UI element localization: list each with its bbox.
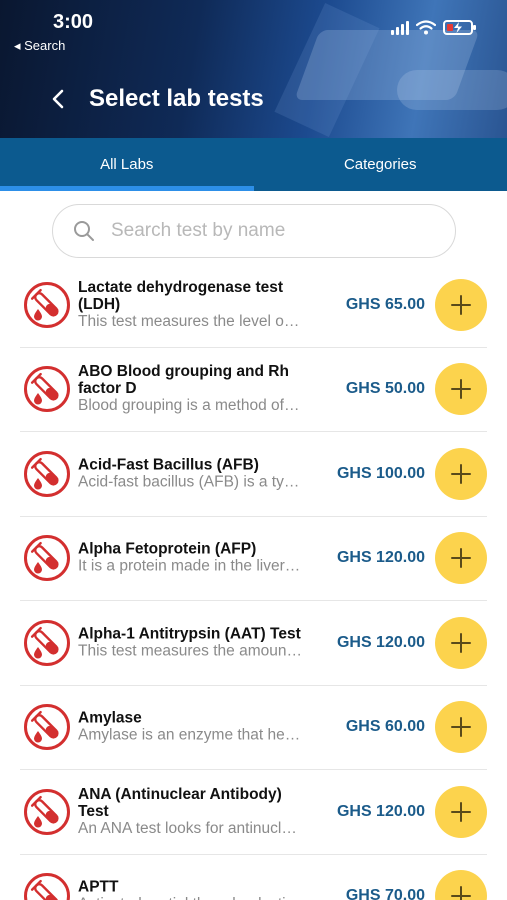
test-info: ANA (Antinuclear Antibody) Test An ANA te… xyxy=(78,786,303,838)
search-input[interactable] xyxy=(111,220,411,242)
test-list-item[interactable]: Alpha-1 Antitrypsin (AAT) Test This test … xyxy=(20,601,487,686)
add-test-button[interactable] xyxy=(435,278,487,331)
test-list-item[interactable]: ABO Blood grouping and Rh factor D Blood … xyxy=(20,348,487,432)
test-price: GHS 65.00 xyxy=(345,295,425,313)
blood-test-tube-icon xyxy=(23,365,71,413)
banner-graphic xyxy=(397,70,507,110)
test-price: GHS 100.00 xyxy=(336,464,425,482)
add-test-button[interactable] xyxy=(435,447,487,500)
add-test-button[interactable] xyxy=(435,701,487,754)
test-price: GHS 50.00 xyxy=(345,380,425,398)
test-description: It is a protein made in the liver of a d… xyxy=(78,557,303,575)
blood-test-tube-icon xyxy=(23,534,71,582)
plus-icon xyxy=(450,378,472,400)
add-test-button[interactable] xyxy=(435,785,487,838)
blood-test-tube-icon xyxy=(23,872,71,900)
back-button[interactable] xyxy=(45,84,71,114)
add-test-button[interactable] xyxy=(435,870,487,900)
tab-bar: All Labs Categories xyxy=(0,138,507,191)
test-name: Alpha Fetoprotein (AFP) xyxy=(78,540,257,558)
test-price: GHS 120.00 xyxy=(336,802,425,820)
tab-all-labs[interactable]: All Labs xyxy=(0,138,254,191)
test-info: Alpha Fetoprotein (AFP) It is a protein m… xyxy=(78,541,303,576)
test-name: ANA (Antinuclear Antibody) Test xyxy=(78,785,282,820)
header-banner: 3:00 ◂ Search Select lab tests xyxy=(0,0,507,138)
test-name: ABO Blood grouping and Rh factor D xyxy=(78,363,289,398)
blood-test-tube-icon xyxy=(23,281,71,329)
test-list-item[interactable]: Alpha Fetoprotein (AFP) It is a protein m… xyxy=(20,517,487,601)
status-back-to-search[interactable]: ◂ Search xyxy=(14,38,65,54)
test-price: GHS 60.00 xyxy=(345,718,425,736)
test-list-item[interactable]: ANA (Antinuclear Antibody) Test An ANA te… xyxy=(20,770,487,855)
add-test-button[interactable] xyxy=(435,363,487,416)
blood-test-tube-icon xyxy=(23,703,71,751)
page-title: Select lab tests xyxy=(89,85,264,112)
status-time: 3:00 xyxy=(53,11,94,33)
search-icon xyxy=(74,221,94,241)
blood-test-tube-icon xyxy=(23,788,71,836)
plus-icon xyxy=(450,801,472,823)
plus-icon xyxy=(450,463,472,485)
test-name: Lactate dehydrogenase test (LDH) xyxy=(78,278,284,313)
add-test-button[interactable] xyxy=(435,616,487,669)
blood-test-tube-icon xyxy=(23,450,71,498)
test-info: Alpha-1 Antitrypsin (AAT) Test This test … xyxy=(78,625,303,660)
plus-icon xyxy=(450,885,472,900)
test-info: APTTActivated partial thromboplastin tim… xyxy=(78,879,303,900)
test-info: ABO Blood grouping and Rh factor D Blood … xyxy=(78,363,303,415)
plus-icon xyxy=(450,547,472,569)
test-list: Lactate dehydrogenase test (LDH) This tes… xyxy=(20,263,487,900)
test-name: Acid-Fast Bacillus (AFB) xyxy=(78,456,259,474)
tab-categories[interactable]: Categories xyxy=(254,138,507,191)
search-bar[interactable] xyxy=(52,204,456,258)
plus-icon xyxy=(450,716,472,738)
blood-test-tube-icon xyxy=(23,619,71,667)
test-description: Activated partial thromboplastin time xyxy=(78,896,303,900)
test-price: GHS 120.00 xyxy=(336,549,425,567)
test-list-item[interactable]: Lactate dehydrogenase test (LDH) This tes… xyxy=(20,263,487,348)
test-description: This test measures the level of lactate … xyxy=(78,312,303,330)
test-list-item[interactable]: Acid-Fast Bacillus (AFB) Acid-fast bacill… xyxy=(20,432,487,517)
status-icons xyxy=(391,20,476,35)
add-test-button[interactable] xyxy=(435,532,487,585)
test-description: Amylase is an enzyme that helps digest xyxy=(78,726,303,744)
test-name: APTT xyxy=(78,878,119,896)
wifi-icon xyxy=(416,20,436,35)
test-description: Acid-fast bacillus (AFB) is a type of ba… xyxy=(78,473,303,491)
plus-icon xyxy=(450,294,472,316)
test-description: This test measures the amount of AAT in … xyxy=(78,642,303,660)
test-description: An ANA test looks for antinuclear antibo… xyxy=(78,819,303,837)
test-list-item[interactable]: APTTActivated partial thromboplastin tim… xyxy=(20,855,487,900)
chevron-left-icon xyxy=(52,89,64,109)
test-info: Acid-Fast Bacillus (AFB) Acid-fast bacill… xyxy=(78,456,303,491)
test-price: GHS 70.00 xyxy=(345,887,425,900)
plus-icon xyxy=(450,632,472,654)
test-name: Alpha-1 Antitrypsin (AAT) Test xyxy=(78,625,301,643)
cellular-signal-icon xyxy=(391,20,409,35)
test-info: AmylaseAmylase is an enzyme that helps d… xyxy=(78,710,303,745)
test-name: Amylase xyxy=(78,709,142,727)
battery-icon xyxy=(443,20,476,35)
test-info: Lactate dehydrogenase test (LDH) This tes… xyxy=(78,279,303,331)
test-list-item[interactable]: AmylaseAmylase is an enzyme that helps d… xyxy=(20,686,487,770)
test-price: GHS 120.00 xyxy=(336,633,425,651)
test-description: Blood grouping is a method of determinin… xyxy=(78,397,303,415)
